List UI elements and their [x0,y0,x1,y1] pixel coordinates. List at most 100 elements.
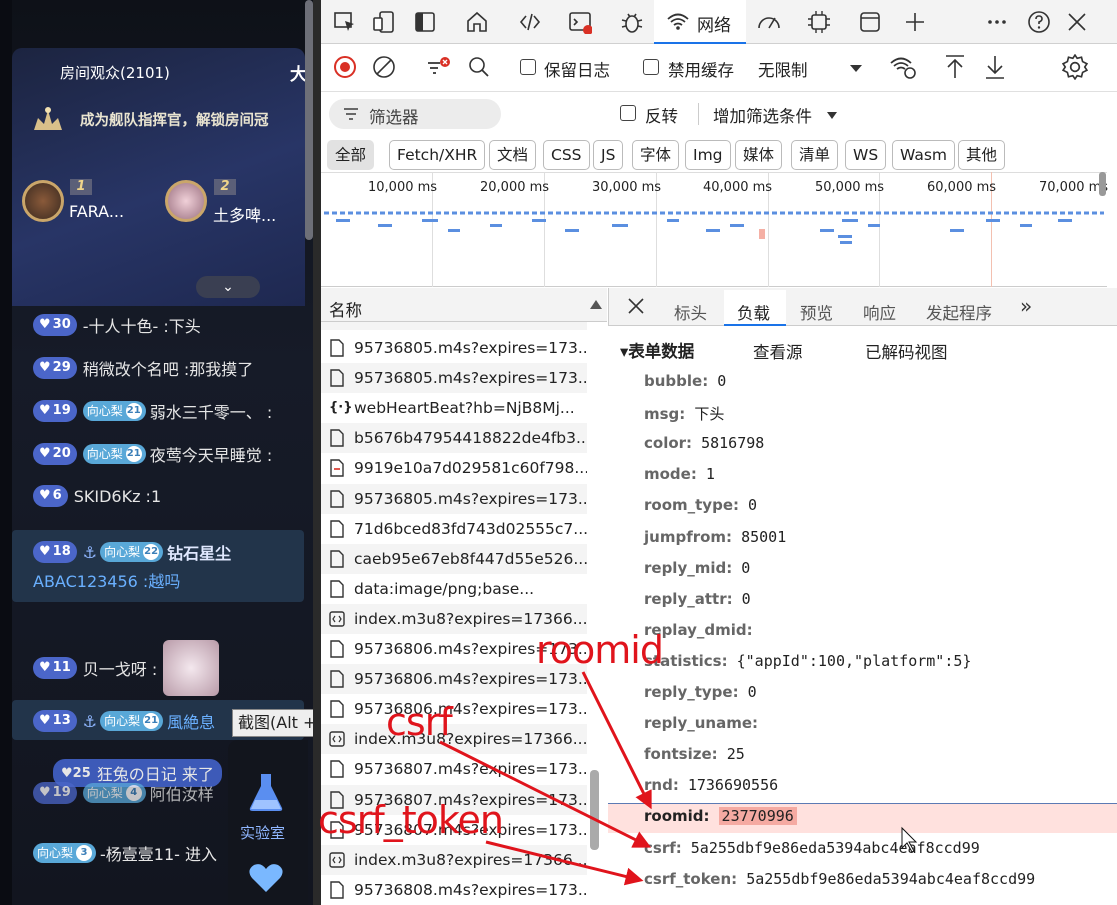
filter-clear-icon[interactable] [426,55,452,79]
chat-message[interactable]: ♥ 20 向心梨 21 夜莺今天早睡觉 : [33,442,272,466]
tab-payload[interactable]: 负载 [737,300,770,324]
throttle-select[interactable]: 无限制 [758,57,808,81]
disable-cache-checkbox[interactable] [643,59,659,75]
record-icon[interactable] [333,55,357,79]
close-icon[interactable] [1065,10,1089,34]
bug-icon[interactable] [620,10,644,34]
add-tab-icon[interactable] [903,10,927,34]
form-field[interactable]: jumpfrom: 85001 [644,528,786,546]
form-field[interactable]: roomid: 23770996 [644,807,797,826]
form-field[interactable]: msg: 下头 [644,403,724,424]
form-field[interactable]: csrf_token: 5a255dbf9e86eda5394abc4eaf8c… [644,870,1035,888]
download-icon[interactable] [983,54,1007,80]
chat-message[interactable]: ♥ 29 稍微改个名吧 :那我摸了 [33,356,253,380]
chat-message[interactable]: 向心梨 3 -杨壹壹11- 进入 [33,841,217,865]
dock-icon[interactable] [413,10,437,34]
request-row[interactable]: data:image/png;base... [321,574,587,604]
request-row[interactable]: index.m3u8?expires=17366... [321,724,587,755]
preserve-log-label[interactable]: 保留日志 [544,57,610,81]
tab-initiator[interactable]: 发起程序 [926,300,992,324]
chat-message[interactable]: ♥ 19 向心梨 21 弱水三千零一、 : [33,399,272,423]
more-filters-label[interactable]: 增加筛选条件 [713,103,812,127]
type-filter-wasm[interactable]: Wasm [892,140,956,170]
performance-icon[interactable] [757,10,781,34]
disable-cache-label[interactable]: 禁用缓存 [668,57,734,81]
more-tabs-icon[interactable]: » [1020,294,1032,318]
type-filter-fetch[interactable]: Fetch/XHR [389,140,486,170]
scrollbar[interactable] [590,770,599,850]
audience-count[interactable]: 房间观众(2101) [60,62,170,83]
network-tab-label[interactable]: 网络 [697,11,731,36]
request-row[interactable]: {·} webHeartBeat?hb=NjB8Mj... [321,393,587,423]
type-filter-all[interactable]: 全部 [327,140,375,170]
upload-icon[interactable] [943,54,967,80]
chat-message[interactable]: ♥ 13 ⚓ 向心梨 21 風絶息 [33,709,215,733]
request-row[interactable]: 95736807.m4s?expires=173... [321,754,587,784]
request-row[interactable]: 95736808.m4s?expires=173... [321,875,587,905]
request-row[interactable]: 95736805.m4s?expires=173... [321,363,587,394]
tab-preview[interactable]: 预览 [800,300,833,324]
request-row[interactable]: index.m3u8?expires=17366... [321,844,587,875]
request-row[interactable]: 95736806.m4s?expires=173... [321,694,587,724]
rank-2-name[interactable]: 土多啤... [213,202,276,226]
form-field[interactable]: fontsize: 25 [644,745,745,763]
form-field[interactable]: reply_uname: [644,714,758,732]
type-filter-img[interactable]: Img [685,140,731,170]
scrollbar[interactable] [305,0,313,240]
form-field[interactable]: csrf: 5a255dbf9e86eda5394abc4eaf8ccd99 [644,839,980,857]
chat-message[interactable]: ♥ 19 向心梨 4 阿伯汝样 [33,781,214,805]
form-field[interactable]: color: 5816798 [644,434,764,452]
request-row[interactable]: 9919e10a7d029581c60f798... [321,453,587,483]
form-field[interactable]: reply_type: 0 [644,683,757,701]
preserve-log-checkbox[interactable] [520,59,536,75]
chat-message[interactable]: ♥ 18 ⚓ 向心梨 22 钻石星尘 [33,540,231,564]
type-filter-js[interactable]: JS [593,140,624,170]
help-icon[interactable] [1027,10,1051,34]
type-filter-ws[interactable]: WS [845,140,887,170]
memory-icon[interactable] [807,10,831,34]
inspect-icon[interactable] [333,10,357,34]
form-field[interactable]: statistics: {"appId":100,"platform":5} [644,652,971,670]
flask-icon[interactable] [247,772,285,812]
home-icon[interactable] [465,10,489,34]
form-data-section-title[interactable]: ▾表单数据 [620,338,694,362]
view-source-link[interactable]: 查看源 [753,339,803,363]
request-row[interactable]: 95736805.m4s?expires=173... [321,333,587,363]
more-icon[interactable] [985,10,1009,34]
invert-label[interactable]: 反转 [645,103,678,127]
type-filter-css[interactable]: CSS [543,140,590,170]
expand-button[interactable]: ⌄ [196,276,260,298]
lab-label[interactable]: 实验室 [240,822,285,843]
request-row[interactable]: b5676b47954418822de4fb3... [321,423,587,454]
form-field[interactable]: room_type: 0 [644,496,757,514]
promo-text[interactable]: 成为舰队指挥官，解锁房间冠 [80,109,269,130]
tab-response[interactable]: 响应 [863,300,896,324]
scrollbar[interactable] [1099,172,1106,196]
chat-message[interactable]: ♥ 30 -十人十色- :下头 [33,313,201,337]
search-icon[interactable] [467,55,491,79]
elements-icon[interactable] [518,10,542,34]
form-field[interactable]: reply_attr: 0 [644,590,751,608]
tab-headers[interactable]: 标头 [674,300,707,324]
sort-up-icon[interactable] [589,298,603,310]
rank-1-name[interactable]: FARA... [69,202,124,221]
request-list-header[interactable] [321,288,607,322]
form-field[interactable]: bubble: 0 [644,372,726,390]
form-field[interactable]: rnd: 1736690556 [644,776,778,794]
heart-icon[interactable] [248,862,284,894]
type-filter-media[interactable]: 媒体 [735,140,783,170]
application-icon[interactable] [858,10,882,34]
close-icon[interactable] [626,296,646,316]
chevron-down-icon[interactable] [826,110,838,120]
type-filter-other[interactable]: 其他 [958,140,1006,170]
type-filter-font[interactable]: 字体 [632,140,680,170]
console-icon[interactable] [568,10,592,34]
type-filter-doc[interactable]: 文档 [489,140,537,170]
request-row[interactable]: 71d6bced83fd743d02555c7... [321,514,587,544]
chat-message[interactable]: ♥ 6 SKID6Kz :1 [33,485,161,507]
settings-gear-icon[interactable] [1062,54,1088,80]
rank-1-avatar[interactable] [22,180,64,222]
column-name-header[interactable]: 名称 [329,297,362,321]
form-field[interactable]: mode: 1 [644,465,715,483]
type-filter-manifest[interactable]: 清单 [791,140,839,170]
